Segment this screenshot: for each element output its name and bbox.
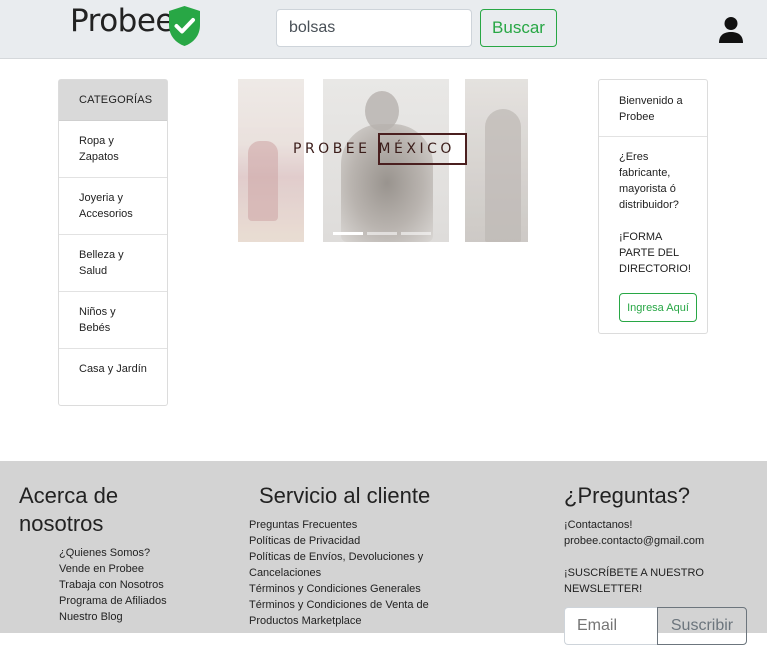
service-links: Preguntas Frecuentes Políticas de Privac… [249, 517, 449, 629]
about-link[interactable]: ¿Quienes Somos? [59, 545, 167, 561]
welcome-card: Bienvenido a Probee ¿Eres fabricante, ma… [598, 79, 708, 334]
category-item-joyeria[interactable]: Joyeria y Accesorios [59, 178, 167, 235]
footer: Acerca de nosotros ¿Quienes Somos? Vende… [0, 461, 767, 645]
about-links: ¿Quienes Somos? Vende en Probee Trabaja … [59, 545, 167, 625]
about-title: Acerca de nosotros [19, 483, 119, 536]
about-link[interactable]: Trabaja con Nosotros [59, 577, 167, 593]
service-link[interactable]: Términos y Condiciones de Venta de Produ… [249, 597, 449, 629]
welcome-greeting: Bienvenido a Probee [599, 80, 707, 137]
newsletter-email-input[interactable] [564, 607, 658, 645]
welcome-cta-text: ¡FORMA PARTE DEL DIRECTORIO! [619, 231, 691, 275]
user-icon[interactable] [718, 16, 744, 44]
carousel-slide-prev[interactable] [238, 79, 304, 242]
category-item-casa[interactable]: Casa y Jardín [59, 349, 167, 405]
categories-panel: CATEGORÍAS Ropa y Zapatos Joyeria y Acce… [58, 79, 168, 406]
hero-carousel[interactable]: PROBEE MÉXICO [238, 79, 528, 242]
carousel-title: PROBEE MÉXICO [293, 141, 455, 157]
service-link[interactable]: Términos y Condiciones Generales [249, 581, 449, 597]
service-link[interactable]: Políticas de Privacidad [249, 533, 449, 549]
brand-logo-text[interactable]: Probee [70, 3, 175, 39]
welcome-question: ¿Eres fabricante, mayorista ó distribuid… [619, 151, 679, 211]
shield-check-icon[interactable] [166, 5, 203, 47]
search-button[interactable]: Buscar [480, 9, 557, 47]
category-item-ninos[interactable]: Niños y Bebés [59, 292, 167, 349]
category-item-ropa[interactable]: Ropa y Zapatos [59, 121, 167, 178]
carousel-indicator-2[interactable] [367, 232, 397, 235]
carousel-slide-next[interactable] [465, 79, 528, 242]
ingresa-button[interactable]: Ingresa Aquí [619, 293, 697, 322]
service-link[interactable]: Preguntas Frecuentes [249, 517, 449, 533]
service-link[interactable]: Políticas de Envíos, Devoluciones y Canc… [249, 549, 449, 581]
contact-email[interactable]: probee.contacto@gmail.com [564, 533, 704, 549]
subscribe-button[interactable]: Suscribir [657, 607, 747, 645]
about-link[interactable]: Programa de Afiliados [59, 593, 167, 609]
category-item-belleza[interactable]: Belleza y Salud [59, 235, 167, 292]
carousel-indicator-3[interactable] [401, 232, 431, 235]
categories-title: CATEGORÍAS [59, 80, 167, 121]
carousel-indicators [333, 232, 431, 235]
about-link[interactable]: Nuestro Blog [59, 609, 167, 625]
newsletter-label: ¡SUSCRÍBETE A NUESTRO NEWSLETTER! [564, 567, 704, 595]
search-input[interactable] [276, 9, 472, 47]
service-title: Servicio al cliente [259, 483, 431, 508]
top-navbar: Probee Buscar [0, 0, 767, 59]
contact-label: ¡Contactanos! [564, 519, 633, 531]
carousel-indicator-1[interactable] [333, 232, 363, 235]
about-link[interactable]: Vende en Probee [59, 561, 167, 577]
questions-title: ¿Preguntas? [564, 483, 690, 508]
